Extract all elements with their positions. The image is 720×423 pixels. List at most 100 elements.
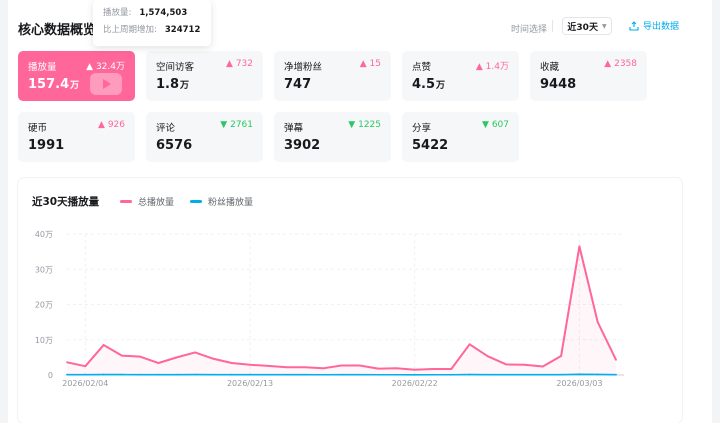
play-icon (90, 73, 122, 95)
data-point (505, 363, 508, 366)
data-point (523, 373, 526, 376)
data-point (102, 344, 105, 346)
data-point (615, 373, 617, 376)
arrow-up-icon: ▲ (604, 59, 612, 69)
data-point (413, 373, 416, 376)
data-point (596, 373, 599, 376)
time-range-value: 近30天 (567, 22, 598, 33)
arrow-up-icon: ▲ (226, 59, 233, 69)
tooltip-label: 比上周期增加: (103, 25, 157, 35)
arrow-up-icon: ▲ (98, 120, 105, 130)
data-point (450, 373, 453, 376)
data-point (395, 373, 398, 376)
y-tick-label: 20万 (35, 301, 53, 310)
y-tick-label: 40万 (35, 230, 53, 239)
export-icon (629, 20, 639, 31)
data-point (541, 365, 544, 368)
data-point (66, 361, 68, 364)
data-point (175, 373, 178, 376)
metric-card[interactable]: 净增粉丝 747 ▲ 15 (274, 51, 391, 101)
data-point (285, 373, 288, 376)
metric-card[interactable]: 收藏 9448 ▲ 2358 (530, 51, 647, 101)
data-point (615, 358, 617, 361)
data-point (304, 373, 306, 376)
tooltip-value: 324712 (164, 25, 201, 35)
series-area-total (67, 246, 616, 375)
metric-value: 9448 (540, 77, 577, 92)
data-point (304, 366, 306, 369)
data-point (560, 355, 562, 357)
data-point (340, 373, 343, 376)
data-point (285, 366, 288, 369)
metric-delta: ▲ 15 (359, 59, 381, 69)
data-point (596, 321, 599, 324)
metric-value: 3902 (284, 138, 321, 153)
data-point (157, 373, 160, 376)
data-point (230, 362, 233, 364)
metric-delta: ▼ 607 (482, 120, 509, 130)
arrow-up-icon: ▲ (359, 59, 367, 69)
time-range-select[interactable]: 近30天 ▼ (562, 17, 612, 35)
data-point (212, 373, 215, 376)
metric-value: 5422 (412, 138, 449, 153)
metric-delta: ▲ 1.4万 (475, 62, 509, 72)
data-point (84, 373, 87, 376)
metric-card[interactable]: 播放量 157.4万 ▲ 32.4万 (18, 51, 135, 101)
data-point (468, 343, 471, 346)
metric-card[interactable]: 硬币 1991 ▲ 926 (18, 112, 135, 162)
metric-value: 747 (284, 77, 312, 92)
data-point (121, 373, 123, 376)
data-point (358, 364, 361, 367)
x-tick-label: 2026/02/13 (227, 379, 273, 388)
metric-value: 4.5万 (412, 77, 446, 92)
arrow-down-icon: ▼ (482, 120, 489, 130)
metric-card[interactable]: 评论 6576 ▼ 2761 (146, 112, 263, 162)
data-point (432, 368, 434, 370)
metric-card[interactable]: 分享 5422 ▼ 607 (402, 112, 519, 162)
data-point (267, 373, 270, 376)
export-data-button[interactable]: 导出数据 (629, 19, 679, 32)
data-point (175, 356, 178, 359)
data-point (267, 364, 270, 367)
arrow-down-icon: ▼ (220, 120, 228, 130)
data-point (395, 367, 398, 370)
metric-card[interactable]: 点赞 4.5万 ▲ 1.4万 (402, 51, 519, 101)
data-point (450, 368, 453, 370)
page-title: 核心数据概览 (18, 23, 97, 38)
metric-delta: ▼ 1225 (348, 120, 381, 130)
chevron-down-icon: ▼ (601, 22, 607, 30)
data-point (230, 373, 233, 376)
arrow-up-icon: ▲ (475, 62, 483, 72)
data-point (157, 362, 160, 364)
data-point (322, 373, 325, 376)
y-tick-label: 10万 (35, 336, 53, 345)
data-point (578, 373, 581, 376)
metric-delta: ▼ 2761 (220, 120, 253, 130)
data-point (139, 355, 142, 358)
data-point (560, 373, 562, 376)
y-tick-label: 0 (48, 371, 53, 380)
tooltip-value: 1,574,503 (139, 8, 188, 18)
metric-card[interactable]: 空间访客 1.8万 ▲ 732 (146, 51, 263, 101)
data-point (102, 373, 105, 376)
data-point (487, 355, 489, 358)
data-point (194, 373, 197, 376)
line-chart[interactable]: 0 10万 20万 30万 40万 2026/02/04 2026/02/13 2026/02… (18, 178, 682, 423)
data-point (121, 354, 123, 357)
metric-value: 6576 (156, 138, 193, 153)
metric-value: 1991 (28, 138, 65, 153)
data-point (84, 365, 87, 368)
x-tick-label: 2026/03/03 (556, 379, 602, 388)
data-point (505, 373, 508, 376)
data-point (358, 373, 361, 376)
data-point (541, 373, 544, 376)
data-point (322, 367, 325, 370)
metric-delta: ▲ 732 (226, 59, 253, 69)
data-point (212, 357, 215, 360)
series-line-total-plays (66, 245, 617, 371)
metric-delta: ▲ 926 (98, 120, 125, 130)
data-point (340, 364, 343, 367)
metric-card[interactable]: 弹幕 3902 ▼ 1225 (274, 112, 391, 162)
data-point (468, 373, 471, 376)
data-point (523, 363, 526, 366)
